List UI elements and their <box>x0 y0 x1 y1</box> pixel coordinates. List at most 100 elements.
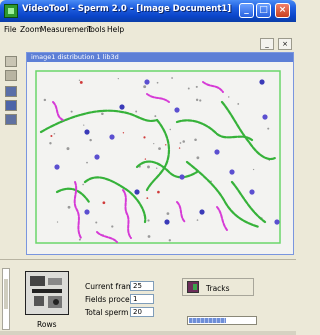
progress-fill <box>189 318 227 323</box>
track-tool-icon[interactable] <box>5 114 17 125</box>
debris-dot <box>78 79 81 81</box>
sperm-cell <box>274 219 280 225</box>
debris-dot <box>111 225 114 228</box>
debris-dot <box>155 167 158 169</box>
debris-dot <box>154 115 157 118</box>
sperm-cell <box>179 174 185 180</box>
menu-bar: File Zoom Measurement Tools Help <box>0 22 296 38</box>
debris-dot <box>179 142 182 144</box>
debris-dot <box>102 201 106 205</box>
menu-help[interactable]: Help <box>107 25 124 34</box>
camera-tool-icon[interactable] <box>5 86 17 97</box>
debris-dot <box>195 98 199 102</box>
debris-dot <box>166 212 170 215</box>
debris-dot <box>227 96 230 98</box>
debris-dot <box>157 190 160 194</box>
debris-dot <box>153 143 155 145</box>
sperm-cell <box>249 189 255 195</box>
sperm-cell <box>262 114 268 120</box>
debris-dot <box>195 85 198 88</box>
debris-dot <box>89 138 92 142</box>
debris-dot <box>143 136 146 139</box>
debris-dot <box>237 103 240 105</box>
fields-processed-field[interactable]: 1 <box>130 294 154 304</box>
debris-dot <box>66 147 70 151</box>
total-sperm-field[interactable]: 20 <box>130 307 154 317</box>
menu-file[interactable]: File <box>4 25 17 34</box>
debris-dot <box>83 124 85 126</box>
sperm-cell <box>94 154 100 160</box>
debris-dot <box>156 81 159 84</box>
debris-dot <box>101 112 104 116</box>
sperm-cell <box>134 189 140 195</box>
debris-dot <box>117 77 119 80</box>
sperm-cell <box>119 104 125 110</box>
debris-dot <box>196 219 199 221</box>
current-frame-field[interactable]: 25 <box>130 281 154 291</box>
sperm-cell <box>199 209 205 215</box>
application-window: VideoTool - Sperm 2.0 - [Image Document1… <box>0 0 296 335</box>
left-toolbar <box>0 52 24 252</box>
thumbnail-label: Rows <box>37 320 57 329</box>
frame-thumbnail[interactable] <box>25 271 69 315</box>
close-button[interactable]: × <box>275 3 290 18</box>
tracks-icon <box>187 281 199 293</box>
debris-dot <box>143 85 147 89</box>
pointer-tool-icon[interactable] <box>5 56 17 67</box>
debris-dot <box>49 142 52 145</box>
status-bar <box>0 331 296 335</box>
debris-dot <box>144 158 147 160</box>
debris-dot <box>196 156 200 160</box>
document-title-bar[interactable]: image1 distribution 1 lib3d <box>27 53 293 62</box>
debris-dot <box>78 238 81 241</box>
menu-zoom[interactable]: Zoom <box>20 25 42 34</box>
maximize-button[interactable]: □ <box>256 3 271 18</box>
debris-dot <box>199 99 202 102</box>
debris-dot <box>165 144 167 146</box>
select-tool-icon[interactable] <box>5 70 17 81</box>
debris-dot <box>178 147 181 149</box>
debris-dot <box>86 161 88 164</box>
window-title: VideoTool - Sperm 2.0 - [Image Document1… <box>22 4 232 14</box>
debris-dot <box>70 110 73 113</box>
progress-bar <box>187 316 257 325</box>
menu-tools[interactable]: Tools <box>87 25 105 34</box>
debris-dot <box>95 221 98 224</box>
mdi-restore-button[interactable]: _ <box>260 38 274 50</box>
sperm-cell <box>259 79 265 85</box>
thumbnail-image <box>26 272 68 314</box>
debris-dot <box>50 134 53 138</box>
debris-dot <box>171 77 173 79</box>
debris-dot <box>146 197 149 200</box>
mdi-close-button[interactable]: × <box>278 38 292 50</box>
debris-dot <box>194 138 197 142</box>
sperm-cell <box>164 219 170 225</box>
debris-dot <box>53 132 56 135</box>
tracks-label: Tracks <box>206 284 230 293</box>
sperm-cell <box>84 129 90 135</box>
sperm-cell <box>54 164 60 170</box>
debris-dot <box>122 132 125 134</box>
sperm-cell <box>174 107 180 113</box>
title-bar[interactable]: VideoTool - Sperm 2.0 - [Image Document1… <box>0 0 296 22</box>
debris-dot <box>147 235 151 238</box>
debris-dot <box>79 80 83 84</box>
debris-dot <box>56 221 59 223</box>
image-document-window[interactable]: image1 distribution 1 lib3d <box>26 52 294 255</box>
menu-measurement[interactable]: Measurement <box>40 25 92 34</box>
document-title: image1 distribution 1 lib3d <box>31 53 119 61</box>
minimize-button[interactable]: _ <box>239 3 254 18</box>
debris-dot <box>267 127 270 130</box>
sperm-cell <box>109 134 115 140</box>
debris-dot <box>169 128 172 131</box>
sperm-tracking-image[interactable] <box>27 62 293 254</box>
debris-dot <box>187 87 190 90</box>
debris-dot <box>147 165 150 169</box>
debris-dot <box>158 147 161 150</box>
debris-dot <box>82 183 84 186</box>
debris-dot <box>182 140 185 143</box>
measure-tool-icon[interactable] <box>5 100 17 111</box>
debris-dot <box>43 98 47 102</box>
side-scrollbar[interactable] <box>2 268 10 330</box>
debris-dot <box>67 205 71 209</box>
